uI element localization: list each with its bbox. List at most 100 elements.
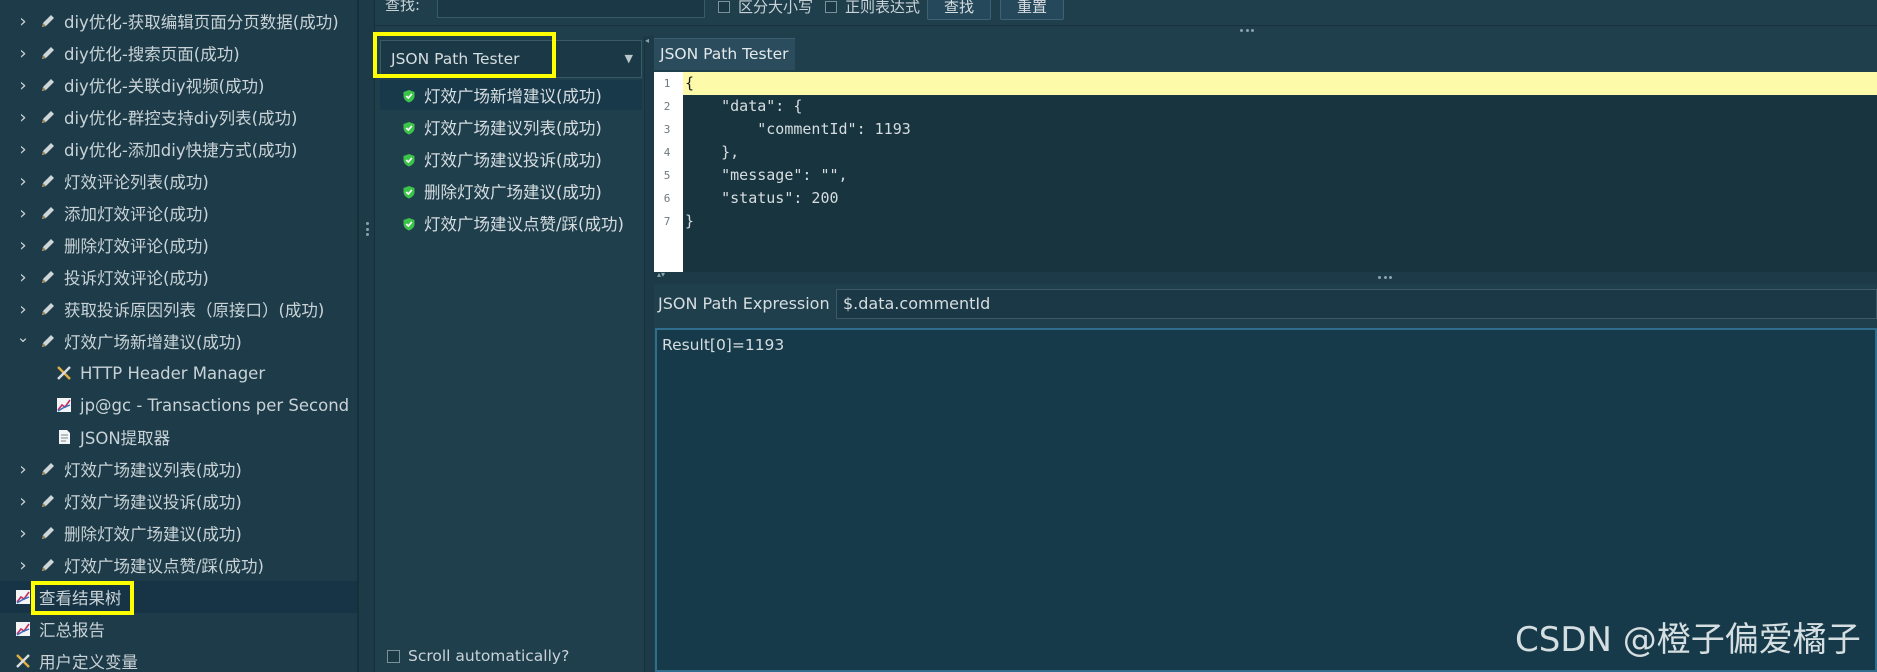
chevron-right-icon[interactable]: › xyxy=(16,139,30,160)
sample-result-label: 灯效广场新增建议(成功) xyxy=(424,87,602,106)
pencil-icon xyxy=(38,491,58,511)
json-path-expression-input[interactable]: $.data.commentId xyxy=(836,289,1877,319)
json-path-expression-label: JSON Path Expression xyxy=(658,294,830,313)
tree-item-label: 查看结果树 xyxy=(39,589,122,608)
tree-item[interactable]: › 灯效广场建议点赞/踩(成功) xyxy=(16,549,264,581)
tree-item[interactable]: › 灯效广场建议列表(成功) xyxy=(16,453,241,485)
graph-icon xyxy=(54,395,74,415)
splitter-grip-icon[interactable] xyxy=(365,222,369,236)
tree-item[interactable]: › 删除灯效广场建议(成功) xyxy=(16,517,242,549)
tree-item[interactable]: › diy优化-搜索页面(成功) xyxy=(16,37,240,69)
line-number: 4 xyxy=(663,146,671,159)
chevron-right-icon[interactable]: › xyxy=(16,11,30,32)
case-sensitive-checkbox[interactable]: 区分大小写 xyxy=(718,0,813,17)
response-body-editor[interactable]: 1 2 3 4 5 6 7 { "data": { "commentId": 1193 },… xyxy=(654,72,1877,272)
find-button[interactable]: 查找 xyxy=(927,0,991,20)
regex-label: 正则表达式 xyxy=(845,0,921,16)
renderer-dropdown[interactable]: JSON Path Tester ▼ xyxy=(380,40,642,78)
scroll-automatically-checkbox[interactable]: Scroll automatically? xyxy=(387,647,569,665)
tree-item-label: diy优化-添加diy快捷方式(成功) xyxy=(64,141,298,160)
tree-item-label: diy优化-搜索页面(成功) xyxy=(64,45,240,64)
collapse-arrow-icon[interactable]: ◂ xyxy=(645,36,649,45)
sample-result-item[interactable]: 删除灯效广场建议(成功) xyxy=(380,176,642,206)
graph-icon xyxy=(13,587,33,607)
chevron-right-icon[interactable]: › xyxy=(16,267,30,288)
tree-item[interactable]: › diy优化-群控支持diy列表(成功) xyxy=(16,101,297,133)
pencil-icon xyxy=(38,331,58,351)
scroll-automatically-label: Scroll automatically? xyxy=(408,647,570,665)
tree-item-label: 添加灯效评论(成功) xyxy=(64,205,209,224)
sample-results-panel: JSON Path Tester ▼ 灯效广场新增建议(成功) 灯效广场建议列表(… xyxy=(375,36,645,672)
pencil-icon xyxy=(38,267,58,287)
checkbox-icon[interactable] xyxy=(718,0,730,13)
middle-splitter[interactable]: ◂ xyxy=(645,36,654,672)
tree-item-label: HTTP Header Manager xyxy=(80,363,266,383)
chevron-right-icon[interactable]: › xyxy=(16,491,30,512)
search-input[interactable] xyxy=(437,0,705,18)
code-line: "message": "", xyxy=(685,166,848,184)
pencil-icon xyxy=(38,75,58,95)
chevron-right-icon[interactable]: › xyxy=(16,43,30,64)
regex-checkbox[interactable]: 正则表达式 xyxy=(825,0,920,17)
wrench-icon xyxy=(13,651,33,671)
editor-splitter[interactable]: ▴▾ xyxy=(654,270,1877,284)
tree-item[interactable]: › 添加灯效评论(成功) xyxy=(16,197,209,229)
tree-item-label: diy优化-获取编辑页面分页数据(成功) xyxy=(64,13,339,32)
sample-result-item[interactable]: 灯效广场建议点赞/踩(成功) xyxy=(380,208,642,238)
success-shield-icon xyxy=(402,120,416,135)
chevron-down-icon[interactable]: ⌄ xyxy=(16,328,30,346)
tree-item-label: 删除灯效广场建议(成功) xyxy=(64,525,242,544)
tab-json-path-tester[interactable]: JSON Path Tester xyxy=(654,38,795,70)
tree-item[interactable]: HTTP Header Manager xyxy=(54,357,265,389)
tree-item[interactable]: JSON提取器 xyxy=(54,421,170,453)
pencil-icon xyxy=(38,203,58,223)
top-splitter[interactable] xyxy=(375,26,1877,36)
chevron-right-icon[interactable]: › xyxy=(16,459,30,480)
tree-item[interactable]: › 投诉灯效评论(成功) xyxy=(16,261,208,293)
chevron-right-icon[interactable]: › xyxy=(16,107,30,128)
tree-item-label: JSON提取器 xyxy=(80,429,171,448)
tree-item[interactable]: › 获取投诉原因列表（原接口）(成功) xyxy=(16,293,324,325)
test-plan-tree: › diy优化-获取编辑页面分页数据(成功) › diy优化-搜索页面(成功) › diy… xyxy=(0,0,358,672)
tree-item[interactable]: 用户定义变量 xyxy=(13,645,138,672)
graph-icon xyxy=(13,619,33,639)
tree-item-label: jp@gc - Transactions per Second xyxy=(80,395,350,415)
chevron-right-icon[interactable]: › xyxy=(16,555,30,576)
chevron-right-icon[interactable]: › xyxy=(16,299,30,320)
chevron-down-icon[interactable]: ▼ xyxy=(625,41,633,77)
chevron-right-icon[interactable]: › xyxy=(16,523,30,544)
tree-item[interactable]: ⌄ 灯效广场新增建议(成功) xyxy=(16,325,242,357)
sample-result-label: 删除灯效广场建议(成功) xyxy=(424,183,602,202)
code-line: "data": { xyxy=(685,97,803,115)
reset-button[interactable]: 重置 xyxy=(1000,0,1064,20)
pencil-icon xyxy=(38,523,58,543)
chevron-right-icon[interactable]: › xyxy=(16,75,30,96)
sample-result-item[interactable]: 灯效广场建议投诉(成功) xyxy=(380,144,642,174)
checkbox-icon[interactable] xyxy=(387,649,400,663)
tree-item[interactable]: 汇总报告 xyxy=(13,613,105,645)
tree-item[interactable]: › diy优化-添加diy快捷方式(成功) xyxy=(16,133,297,165)
tree-item[interactable]: jp@gc - Transactions per Second xyxy=(54,389,349,421)
tree-item[interactable]: › 灯效广场建议投诉(成功) xyxy=(16,485,241,517)
pencil-icon xyxy=(38,235,58,255)
chevron-right-icon[interactable]: › xyxy=(16,235,30,256)
chevron-right-icon[interactable]: › xyxy=(16,203,30,224)
tree-item[interactable]: › 删除灯效评论(成功) xyxy=(16,229,208,261)
tree-item-label: 用户定义变量 xyxy=(39,653,138,672)
left-splitter[interactable] xyxy=(358,0,375,672)
splitter-grip-icon[interactable] xyxy=(1378,276,1392,280)
splitter-grip-icon[interactable] xyxy=(1240,29,1254,33)
response-panel: JSON Path Tester 1 2 3 4 5 6 7 { "data": { "co… xyxy=(654,36,1877,672)
tree-item[interactable]: › 灯效评论列表(成功) xyxy=(16,165,208,197)
tree-item-label: 汇总报告 xyxy=(39,621,105,640)
pencil-icon xyxy=(38,11,58,31)
sample-result-item[interactable]: 灯效广场建议列表(成功) xyxy=(380,112,642,142)
sample-result-item[interactable]: 灯效广场新增建议(成功) xyxy=(380,80,642,110)
collapse-arrow-icon[interactable]: ▴▾ xyxy=(657,270,665,279)
checkbox-icon[interactable] xyxy=(825,0,837,13)
pencil-icon xyxy=(38,107,58,127)
chevron-right-icon[interactable]: › xyxy=(16,171,30,192)
tree-item[interactable]: › diy优化-获取编辑页面分页数据(成功) xyxy=(16,5,339,37)
tree-item[interactable]: › diy优化-关联diy视频(成功) xyxy=(16,69,264,101)
tree-item[interactable]: 查看结果树 xyxy=(0,581,357,613)
